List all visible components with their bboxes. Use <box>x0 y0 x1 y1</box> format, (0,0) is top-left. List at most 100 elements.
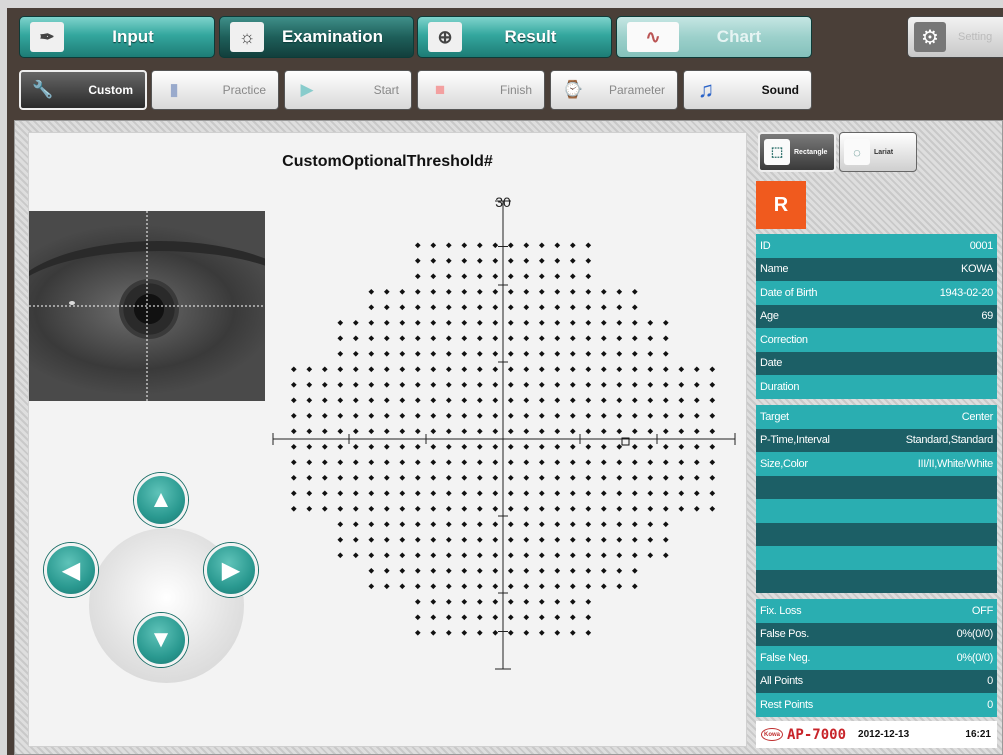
test-point <box>368 505 375 512</box>
test-point <box>507 536 514 543</box>
test-point <box>678 366 685 373</box>
test-point <box>399 288 406 295</box>
test-point <box>616 412 623 419</box>
test-point <box>631 350 638 357</box>
test-point <box>523 567 530 574</box>
test-point <box>383 319 390 326</box>
setting-button[interactable]: ⚙ Setting <box>907 16 1003 58</box>
test-point <box>461 288 468 295</box>
test-point <box>538 319 545 326</box>
nav-chart-button[interactable]: ∿ Chart <box>616 16 812 58</box>
parameter-button[interactable]: ⌚ Parameter <box>550 70 678 110</box>
test-point <box>616 304 623 311</box>
nav-examination-button[interactable]: ☼ Examination <box>219 16 414 58</box>
custom-button[interactable]: 🔧 Custom <box>19 70 147 110</box>
test-point <box>538 459 545 466</box>
test-point <box>430 273 437 280</box>
test-point <box>445 319 452 326</box>
test-point <box>569 397 576 404</box>
finish-button[interactable]: ■ Finish <box>417 70 545 110</box>
test-point <box>600 474 607 481</box>
test-point <box>430 304 437 311</box>
test-point <box>399 335 406 342</box>
test-point <box>321 412 328 419</box>
practice-button[interactable]: ▮ Practice <box>151 70 279 110</box>
test-point <box>538 273 545 280</box>
test-point <box>461 242 468 249</box>
test-point <box>569 629 576 636</box>
test-point <box>430 459 437 466</box>
up-arrow-button[interactable]: ▲ <box>134 473 188 527</box>
test-point <box>523 614 530 621</box>
test-point <box>569 257 576 264</box>
test-point <box>693 428 700 435</box>
test-point <box>554 242 561 249</box>
test-point <box>492 273 499 280</box>
info-label: ID <box>760 239 771 252</box>
test-point <box>414 273 421 280</box>
test-point <box>399 397 406 404</box>
test-point <box>368 288 375 295</box>
info-row: ID 0001 <box>756 234 997 258</box>
test-point <box>492 257 499 264</box>
test-point <box>600 412 607 419</box>
test-point <box>445 459 452 466</box>
test-point <box>600 428 607 435</box>
sound-button[interactable]: ♫ Sound <box>683 70 812 110</box>
test-point <box>492 242 499 249</box>
test-point <box>554 536 561 543</box>
test-point <box>678 505 685 512</box>
lariat-select-button[interactable]: ◌ Lariat <box>839 132 917 172</box>
left-arrow-button[interactable]: ◀ <box>44 543 98 597</box>
test-point <box>600 536 607 543</box>
nav-input-button[interactable]: ✒ Input <box>19 16 215 58</box>
test-point <box>461 412 468 419</box>
test-point <box>368 443 375 450</box>
test-point <box>647 552 654 559</box>
test-point <box>585 521 592 528</box>
footer-time: 16:21 <box>965 729 991 740</box>
test-point <box>461 428 468 435</box>
test-point <box>337 521 344 528</box>
test-point <box>492 335 499 342</box>
test-point <box>445 242 452 249</box>
finish-label: Finish <box>499 83 532 97</box>
sound-label: Sound <box>761 83 799 97</box>
test-point <box>337 443 344 450</box>
test-point <box>321 397 328 404</box>
test-point <box>461 257 468 264</box>
test-point <box>476 459 483 466</box>
test-point <box>693 412 700 419</box>
test-point <box>414 428 421 435</box>
nav-result-button[interactable]: ⊕ Result <box>417 16 612 58</box>
test-point <box>461 443 468 450</box>
rectangle-select-icon: ⬚ <box>764 139 790 165</box>
test-point <box>600 304 607 311</box>
test-point <box>368 536 375 543</box>
model-name: AP-7000 <box>787 726 847 743</box>
test-point <box>585 505 592 512</box>
test-point <box>430 428 437 435</box>
test-point <box>662 536 669 543</box>
down-arrow-button[interactable]: ▼ <box>134 613 188 667</box>
test-point <box>492 521 499 528</box>
test-point <box>538 350 545 357</box>
rectangle-select-button[interactable]: ⬚ Rectangle <box>758 132 836 172</box>
right-arrow-button[interactable]: ▶ <box>204 543 258 597</box>
test-point <box>321 428 328 435</box>
info-row <box>756 522 997 546</box>
test-point <box>538 397 545 404</box>
test-point <box>352 505 359 512</box>
info-row: Size,Color III/II,White/White <box>756 452 997 476</box>
start-button[interactable]: ▶ Start <box>284 70 412 110</box>
test-point <box>383 443 390 450</box>
test-point <box>290 459 297 466</box>
kowa-logo: Kowa <box>761 728 783 741</box>
nav-examination-label: Examination <box>281 27 384 46</box>
test-point <box>538 629 545 636</box>
test-point <box>492 428 499 435</box>
info-value: 0%(0/0) <box>956 651 994 664</box>
test-point <box>647 474 654 481</box>
test-point <box>554 443 561 450</box>
test-point <box>337 459 344 466</box>
